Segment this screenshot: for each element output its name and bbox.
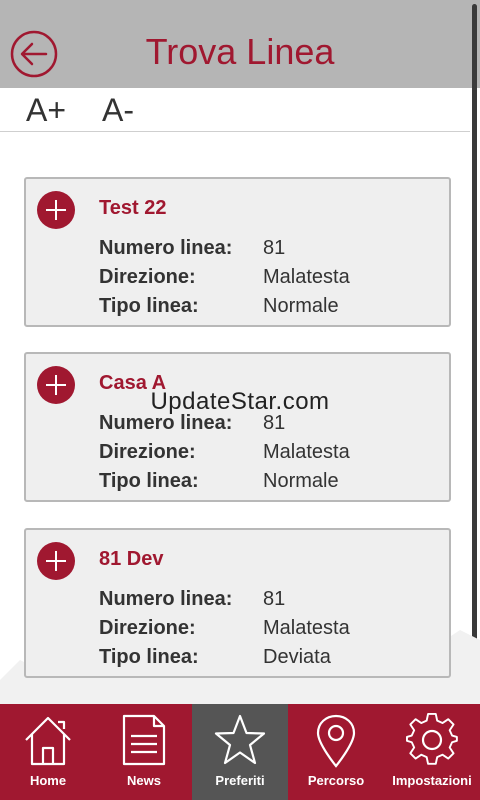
direction-value: Malatesta	[263, 441, 350, 463]
tab-label: Percorso	[307, 773, 365, 788]
line-type-value: Normale	[263, 470, 339, 492]
line-type-label: Tipo linea:	[99, 470, 199, 492]
line-type-label: Tipo linea:	[99, 295, 199, 317]
line-type-value: Deviata	[263, 646, 331, 668]
direction-value: Malatesta	[263, 617, 350, 639]
tab-news[interactable]: News	[96, 704, 192, 800]
line-card: Test 22 Numero linea: 81 Direzione: Malate…	[24, 177, 451, 327]
direction-label: Direzione:	[99, 441, 196, 463]
line-number-value: 81	[263, 237, 286, 259]
star-icon	[214, 714, 266, 765]
location-pin-icon	[316, 714, 356, 768]
font-size-bar: A+ A-	[0, 88, 470, 132]
line-type-value: Normale	[263, 295, 339, 317]
direction-label: Direzione:	[99, 266, 196, 288]
line-number-value: 81	[263, 588, 286, 610]
line-name: 81 Dev	[99, 548, 164, 570]
line-number-label: Numero linea:	[99, 588, 233, 610]
line-number-label: Numero linea:	[99, 237, 233, 259]
line-type-label: Tipo linea:	[99, 646, 199, 668]
tab-percorso[interactable]: Percorso	[288, 704, 384, 800]
scrollbar[interactable]	[472, 4, 477, 680]
font-increase-button[interactable]: A+	[26, 90, 66, 130]
tab-label: Home	[29, 773, 67, 788]
tab-label: Preferiti	[215, 773, 265, 788]
add-icon[interactable]	[37, 191, 75, 229]
bottom-tab-bar: Home News Preferiti Percorso Impostazion…	[0, 704, 480, 800]
tab-label: Impostazioni	[392, 773, 472, 788]
direction-label: Direzione:	[99, 617, 196, 639]
line-card: 81 Dev Numero linea: 81 Direzione: Malates…	[24, 528, 451, 678]
page-title: Trova Linea	[145, 31, 335, 72]
line-name: Test 22	[99, 197, 167, 219]
home-icon	[25, 716, 71, 766]
tab-preferiti[interactable]: Preferiti	[192, 704, 288, 800]
add-icon[interactable]	[37, 542, 75, 580]
tab-impostazioni[interactable]: Impostazioni	[384, 704, 480, 800]
tab-home[interactable]: Home	[0, 704, 96, 800]
font-decrease-button[interactable]: A-	[102, 90, 134, 130]
line-card: Casa A Numero linea: 81 Direzione: Malates…	[24, 352, 451, 502]
gear-icon	[406, 712, 458, 765]
watermark: UpdateStar.com	[150, 388, 330, 415]
direction-value: Malatesta	[263, 266, 350, 288]
tab-label: News	[127, 773, 161, 788]
news-icon	[122, 714, 166, 766]
app-header: Trova Linea	[0, 0, 480, 88]
